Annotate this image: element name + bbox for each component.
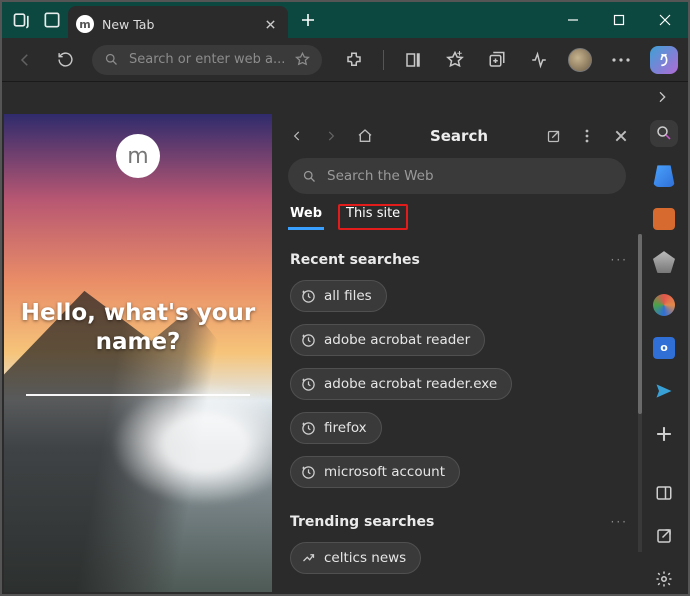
panel-search-placeholder: Search the Web	[327, 168, 434, 184]
recent-searches-title: Recent searches	[290, 252, 420, 268]
panel-home-button[interactable]	[354, 128, 376, 144]
titlebar-left	[2, 2, 62, 38]
panel-header: Search	[286, 118, 632, 154]
chip-label: celtics news	[324, 550, 406, 566]
chip-label: adobe acrobat reader	[324, 332, 470, 348]
read-aloud-button[interactable]	[400, 47, 426, 73]
recent-search-chip[interactable]: adobe acrobat reader	[290, 324, 485, 356]
recent-search-chip[interactable]: all files	[290, 280, 387, 312]
back-button[interactable]	[12, 47, 38, 73]
performance-button[interactable]	[526, 47, 552, 73]
trending-search-chip[interactable]: celtics news	[290, 542, 421, 574]
m365-icon[interactable]	[650, 292, 678, 319]
chevron-right-icon[interactable]	[654, 89, 670, 105]
shopping-icon[interactable]	[650, 163, 678, 190]
panel-title: Search	[388, 127, 530, 145]
trending-more-button[interactable]: ···	[611, 515, 628, 529]
add-icon[interactable]	[650, 420, 678, 447]
tab-title: New Tab	[102, 17, 257, 32]
profile-avatar[interactable]	[568, 48, 592, 72]
refresh-button[interactable]	[52, 47, 78, 73]
panel-scrollbar[interactable]	[638, 234, 642, 552]
open-external-icon[interactable]	[542, 129, 564, 144]
close-tab-button[interactable]	[265, 19, 276, 30]
trending-searches-section: Trending searches ··· celtics news	[290, 514, 628, 574]
copilot-button[interactable]	[650, 46, 678, 74]
browser-tab[interactable]: m New Tab	[68, 6, 288, 42]
panel-tabs: Web This site	[286, 204, 632, 238]
outlook-icon[interactable]: o	[650, 335, 678, 362]
workspaces-icon[interactable]	[12, 10, 32, 30]
new-tab-button[interactable]	[292, 2, 324, 38]
trending-searches-list: celtics news	[290, 542, 628, 574]
search-icon	[302, 169, 317, 184]
profile-bubble[interactable]: m	[116, 134, 160, 178]
tab-this-site[interactable]: This site	[338, 204, 408, 230]
more-menu-button[interactable]	[608, 47, 634, 73]
trending-searches-title: Trending searches	[290, 514, 434, 530]
sidebar-strip: o	[642, 114, 686, 592]
window-controls	[550, 2, 688, 38]
recent-searches-list: all files adobe acrobat reader adobe acr…	[290, 280, 628, 488]
recent-searches-section: Recent searches ··· all files adobe acro…	[290, 252, 628, 488]
close-window-button[interactable]	[642, 2, 688, 38]
chip-label: microsoft account	[324, 464, 445, 480]
panel-icon[interactable]	[650, 479, 678, 506]
chip-label: adobe acrobat reader.exe	[324, 376, 497, 392]
recent-more-button[interactable]: ···	[611, 253, 628, 267]
tab-web[interactable]: Web	[288, 204, 324, 230]
newtab-content: m Hello, what's your name?	[4, 114, 272, 592]
name-input-underline[interactable]	[26, 394, 250, 396]
greeting-text: Hello, what's your name?	[4, 299, 272, 357]
toolbar-right	[341, 46, 678, 74]
collections-button[interactable]	[484, 47, 510, 73]
window-root: m New Tab	[0, 0, 690, 596]
favorites-button[interactable]	[442, 47, 468, 73]
titlebar: m New Tab	[2, 2, 688, 38]
panel-back-button[interactable]	[286, 129, 308, 143]
close-panel-button[interactable]	[610, 129, 632, 143]
panel-search-input[interactable]: Search the Web	[288, 158, 626, 194]
search-panel: Search Search the Web Web This	[272, 114, 642, 592]
favorite-star-icon[interactable]	[295, 52, 310, 67]
extensions-button[interactable]	[341, 47, 367, 73]
tab-actions-icon[interactable]	[42, 10, 62, 30]
recent-search-chip[interactable]: microsoft account	[290, 456, 460, 488]
chip-label: firefox	[324, 420, 367, 436]
address-bar-placeholder: Search or enter web a...	[129, 52, 285, 67]
main-area: m Hello, what's your name? Search	[4, 114, 686, 592]
toolbox-icon[interactable]	[650, 206, 678, 233]
minimize-button[interactable]	[550, 2, 596, 38]
maximize-button[interactable]	[596, 2, 642, 38]
settings-gear-icon[interactable]	[650, 565, 678, 592]
panel-scrollbar-thumb[interactable]	[638, 234, 642, 414]
panel-forward-button[interactable]	[320, 129, 342, 143]
games-icon[interactable]	[650, 249, 678, 276]
recent-search-chip[interactable]: adobe acrobat reader.exe	[290, 368, 512, 400]
panel-more-icon[interactable]	[576, 129, 598, 143]
bing-search-icon[interactable]	[650, 120, 678, 147]
send-icon[interactable]	[650, 377, 678, 404]
search-icon	[104, 52, 119, 67]
secondary-bar	[2, 82, 688, 112]
toolbar: Search or enter web a...	[2, 38, 688, 82]
address-bar[interactable]: Search or enter web a...	[92, 45, 322, 75]
chip-label: all files	[324, 288, 372, 304]
tab-favicon: m	[76, 15, 94, 33]
external-icon[interactable]	[650, 522, 678, 549]
recent-search-chip[interactable]: firefox	[290, 412, 382, 444]
